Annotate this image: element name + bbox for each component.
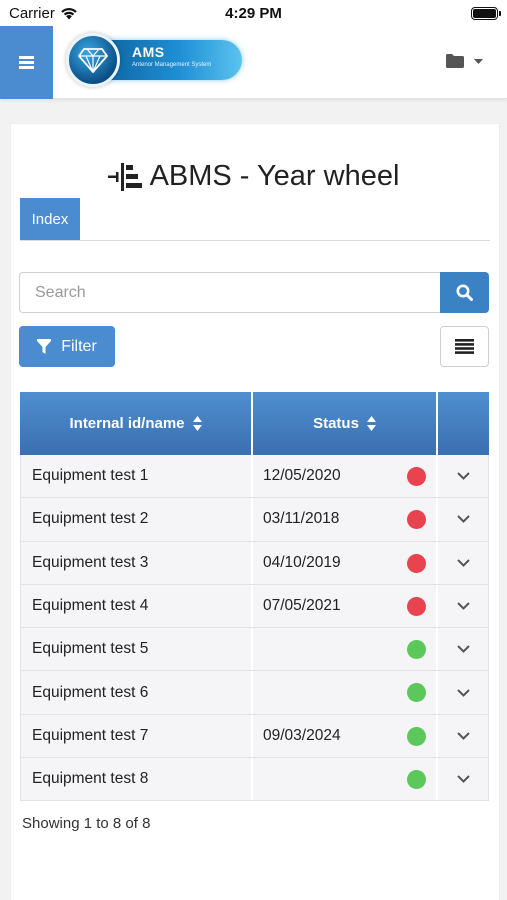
status-indicator-icon (407, 726, 426, 746)
column-header-status[interactable]: Status (253, 392, 438, 455)
search-button[interactable] (440, 272, 489, 313)
table-body: Equipment test 1 12/05/2020 Equipment test… (20, 455, 489, 802)
table-row[interactable]: Equipment test 5 (20, 628, 489, 672)
logo-title: AMS (132, 44, 165, 60)
status-indicator-icon (407, 683, 426, 703)
chevron-down-icon (456, 732, 470, 740)
column-header-label: Internal id/name (69, 415, 185, 432)
chevron-down-icon (456, 775, 470, 784)
page-title: ABMS - Year wheel (0, 160, 507, 193)
filter-label: Filter (61, 337, 97, 355)
expand-row-button[interactable] (438, 671, 489, 714)
expand-row-button[interactable] (438, 714, 489, 758)
table-row[interactable]: Equipment test 3 04/10/2019 (20, 541, 489, 585)
status-indicator-icon (407, 770, 426, 790)
status-indicator-icon (407, 553, 426, 573)
sort-icon (366, 416, 376, 431)
status-indicator-icon (407, 640, 426, 660)
folder-icon (446, 54, 464, 68)
status-indicator-icon (407, 510, 426, 530)
status-cell (253, 758, 438, 801)
diamond-icon (66, 33, 120, 87)
status-date: 03/11/2018 (263, 510, 340, 528)
status-cell: 09/03/2024 (253, 714, 438, 758)
chevron-down-icon (456, 602, 470, 610)
status-date: 09/03/2024 (263, 726, 341, 744)
menu-button[interactable] (0, 26, 53, 99)
status-cell: 03/11/2018 (253, 498, 438, 541)
page-title-text: ABMS - Year wheel (149, 160, 400, 192)
folder-dropdown[interactable] (446, 54, 483, 68)
status-date: 04/10/2019 (263, 553, 341, 571)
filter-icon (37, 338, 52, 354)
column-toggle-button[interactable] (440, 326, 489, 367)
column-header-name[interactable]: Internal id/name (20, 392, 253, 455)
status-indicator-icon (407, 596, 426, 616)
column-header-label: Status (313, 415, 359, 432)
status-date: 07/05/2021 (263, 597, 341, 615)
equipment-name: Equipment test 6 (20, 671, 253, 714)
equipment-name: Equipment test 4 (20, 584, 253, 628)
tab-index[interactable]: Index (20, 198, 80, 240)
clock: 4:29 PM (225, 5, 282, 22)
search-input[interactable] (19, 272, 441, 313)
status-cell: 04/10/2019 (253, 541, 438, 584)
chevron-down-icon (456, 559, 470, 567)
equipment-name: Equipment test 1 (20, 455, 253, 498)
status-cell (253, 628, 438, 671)
table-row[interactable]: Equipment test 4 07/05/2021 (20, 584, 489, 629)
status-bar: Carrier 4:29 PM (0, 0, 507, 26)
list-icon (455, 339, 474, 354)
table-header: Internal id/name Status (20, 392, 489, 455)
table-row[interactable]: Equipment test 8 (20, 758, 489, 802)
table-row[interactable]: Equipment test 1 12/05/2020 (20, 455, 489, 499)
status-cell: 07/05/2021 (253, 584, 438, 628)
search-icon (456, 284, 473, 301)
table-row[interactable]: Equipment test 6 (20, 671, 489, 715)
expand-row-button[interactable] (438, 758, 489, 801)
expand-row-button[interactable] (438, 584, 489, 628)
sort-icon (192, 416, 202, 431)
app-logo[interactable]: AMS Antenor Management System (66, 31, 246, 89)
expand-row-button[interactable] (438, 455, 489, 498)
table-row[interactable]: Equipment test 7 09/03/2024 (20, 714, 489, 759)
tab-divider (20, 240, 490, 241)
chevron-down-icon (456, 472, 470, 481)
hamburger-icon (19, 61, 34, 64)
expand-row-button[interactable] (438, 628, 489, 671)
column-header-actions (438, 392, 489, 455)
filter-button[interactable]: Filter (19, 326, 115, 367)
app-header: AMS Antenor Management System (0, 26, 507, 99)
equipment-name: Equipment test 3 (20, 541, 253, 584)
status-date: 12/05/2020 (263, 467, 341, 485)
expand-row-button[interactable] (438, 498, 489, 541)
equipment-name: Equipment test 2 (20, 498, 253, 541)
logo-subtitle: Antenor Management System (132, 62, 212, 68)
equipment-name: Equipment test 5 (20, 628, 253, 671)
equipment-name: Equipment test 8 (20, 758, 253, 801)
chevron-down-icon (456, 688, 470, 697)
year-wheel-icon (107, 162, 142, 191)
equipment-name: Equipment test 7 (20, 714, 253, 758)
pagination-info: Showing 1 to 8 of 8 (22, 815, 151, 832)
chevron-down-icon (456, 515, 470, 524)
chevron-down-icon (456, 645, 470, 654)
expand-row-button[interactable] (438, 541, 489, 584)
status-cell: 12/05/2020 (253, 455, 438, 498)
caret-down-icon (474, 58, 483, 64)
status-indicator-icon (407, 467, 426, 486)
battery-icon (471, 7, 501, 20)
status-cell (253, 671, 438, 714)
table-row[interactable]: Equipment test 2 03/11/2018 (20, 498, 489, 542)
